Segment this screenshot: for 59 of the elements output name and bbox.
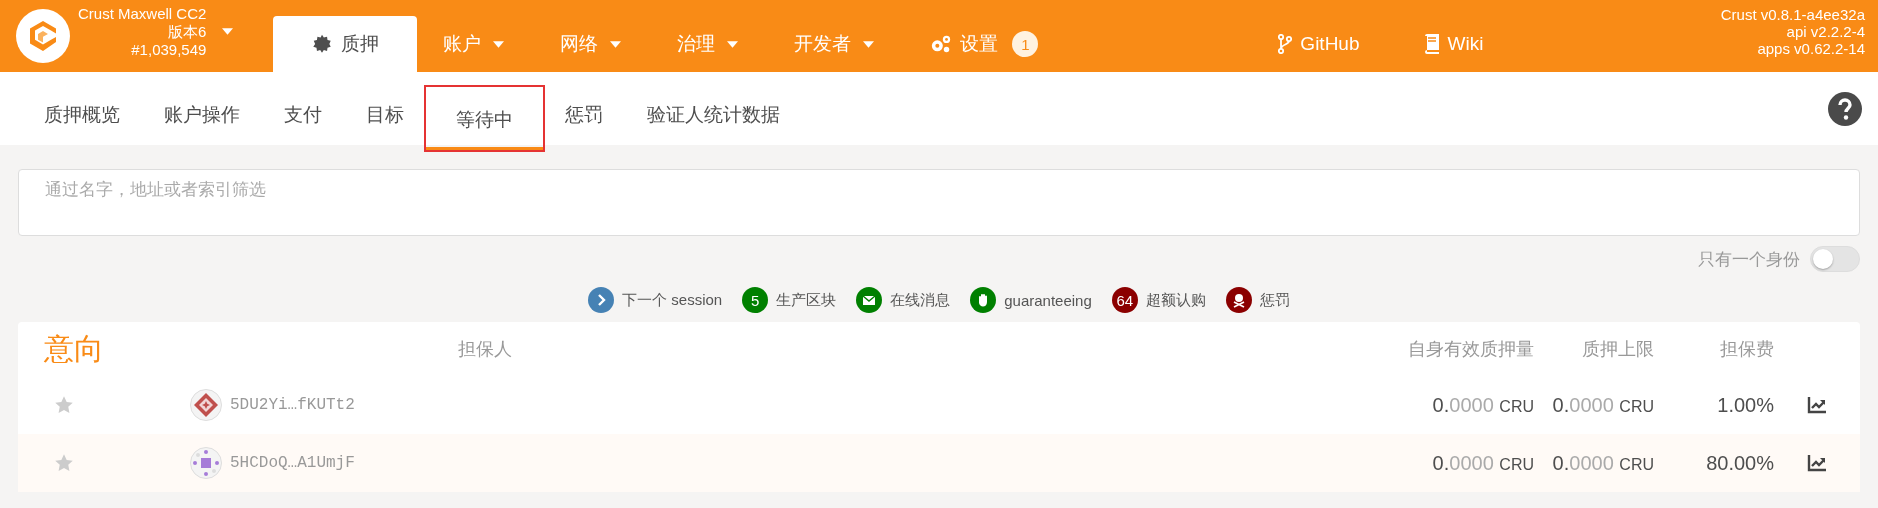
gear-icon <box>311 33 334 55</box>
fee-cell-text: 80.00% <box>1705 451 1774 475</box>
column-header: 担保人 <box>457 338 513 361</box>
header-link[interactable]: Wiki <box>1413 16 1494 72</box>
toggle-switch[interactable] <box>1810 246 1860 272</box>
tab[interactable]: 质押概览 <box>44 102 120 145</box>
notification-badge: 1 <box>1012 31 1039 57</box>
version-text: apps v0.62.2-14 <box>1757 40 1865 57</box>
column-header: 质押上限 <box>1581 338 1654 361</box>
nav-item[interactable]: 开发者 <box>768 16 901 72</box>
amount-cell-text: 0.0000 CRU <box>1551 393 1654 417</box>
tab[interactable]: 目标 <box>366 102 404 145</box>
identicon <box>190 447 222 479</box>
column-header: 担保费 <box>1719 338 1774 361</box>
legend-label: 生产区块 <box>776 290 837 310</box>
filter-input[interactable]: 通过名字，地址或者索引筛选 <box>18 169 1860 236</box>
amount-cell-text: 0.0000 CRU <box>1551 451 1654 475</box>
header-link[interactable]: GitHub <box>1268 16 1370 72</box>
version-text: Crust v0.8.1-a4ee32a <box>1720 6 1865 23</box>
nav-item[interactable]: 设置 1 <box>904 16 1065 72</box>
chain-name: Crust Maxwell CC2 <box>78 4 207 23</box>
chart-icon[interactable] <box>1807 396 1827 414</box>
gears-icon <box>930 33 953 55</box>
logo <box>16 9 70 63</box>
chain-version: 版本6 <box>168 22 207 41</box>
nav-item[interactable]: 治理 <box>651 16 765 72</box>
table-title: 意向 <box>43 330 105 367</box>
identicon <box>190 389 222 421</box>
star-icon[interactable] <box>54 395 74 415</box>
nav-item[interactable]: 账户 <box>417 16 531 72</box>
star-icon[interactable] <box>54 453 74 473</box>
version-text: api v2.2.2-4 <box>1786 23 1865 40</box>
tab[interactable]: 账户操作 <box>164 102 240 145</box>
legend-label: 超额认购 <box>1145 290 1206 310</box>
address-text[interactable]: 5HCDoQ…A1UmjF <box>230 454 355 472</box>
tab[interactable]: 支付 <box>284 102 322 145</box>
legend-label: 惩罚 <box>1259 290 1290 310</box>
nav-item[interactable]: 质押 <box>273 16 418 72</box>
tab[interactable]: 惩罚 <box>565 102 603 145</box>
book-icon <box>1423 34 1440 54</box>
column-header: 自身有效质押量 <box>1407 338 1534 361</box>
amount-cell-text: 0.0000 CRU <box>1431 451 1534 475</box>
tab[interactable]: 等待中 <box>426 87 543 150</box>
address-text[interactable]: 5DU2Yi…fKUTt2 <box>230 396 355 414</box>
legend-label: 在线消息 <box>890 290 951 310</box>
count-badge: 64 <box>1111 287 1138 313</box>
count-badge: 5 <box>742 287 769 313</box>
branch-icon <box>1278 34 1293 54</box>
tab[interactable]: 验证人统计数据 <box>647 102 780 145</box>
caret-icon <box>222 28 234 35</box>
amount-cell-text: 0.0000 CRU <box>1431 393 1534 417</box>
fee-cell-text: 1.00% <box>1716 393 1774 417</box>
legend-label: 下一个 session <box>622 290 723 310</box>
legend-label: guaranteeing <box>1004 291 1092 309</box>
block-number: #1,039,549 <box>131 40 207 59</box>
nav-item[interactable]: 网络 <box>534 16 648 72</box>
chart-icon[interactable] <box>1807 454 1827 472</box>
help-icon[interactable] <box>1828 91 1862 126</box>
toggle-label: 只有一个身份 <box>1698 248 1800 271</box>
